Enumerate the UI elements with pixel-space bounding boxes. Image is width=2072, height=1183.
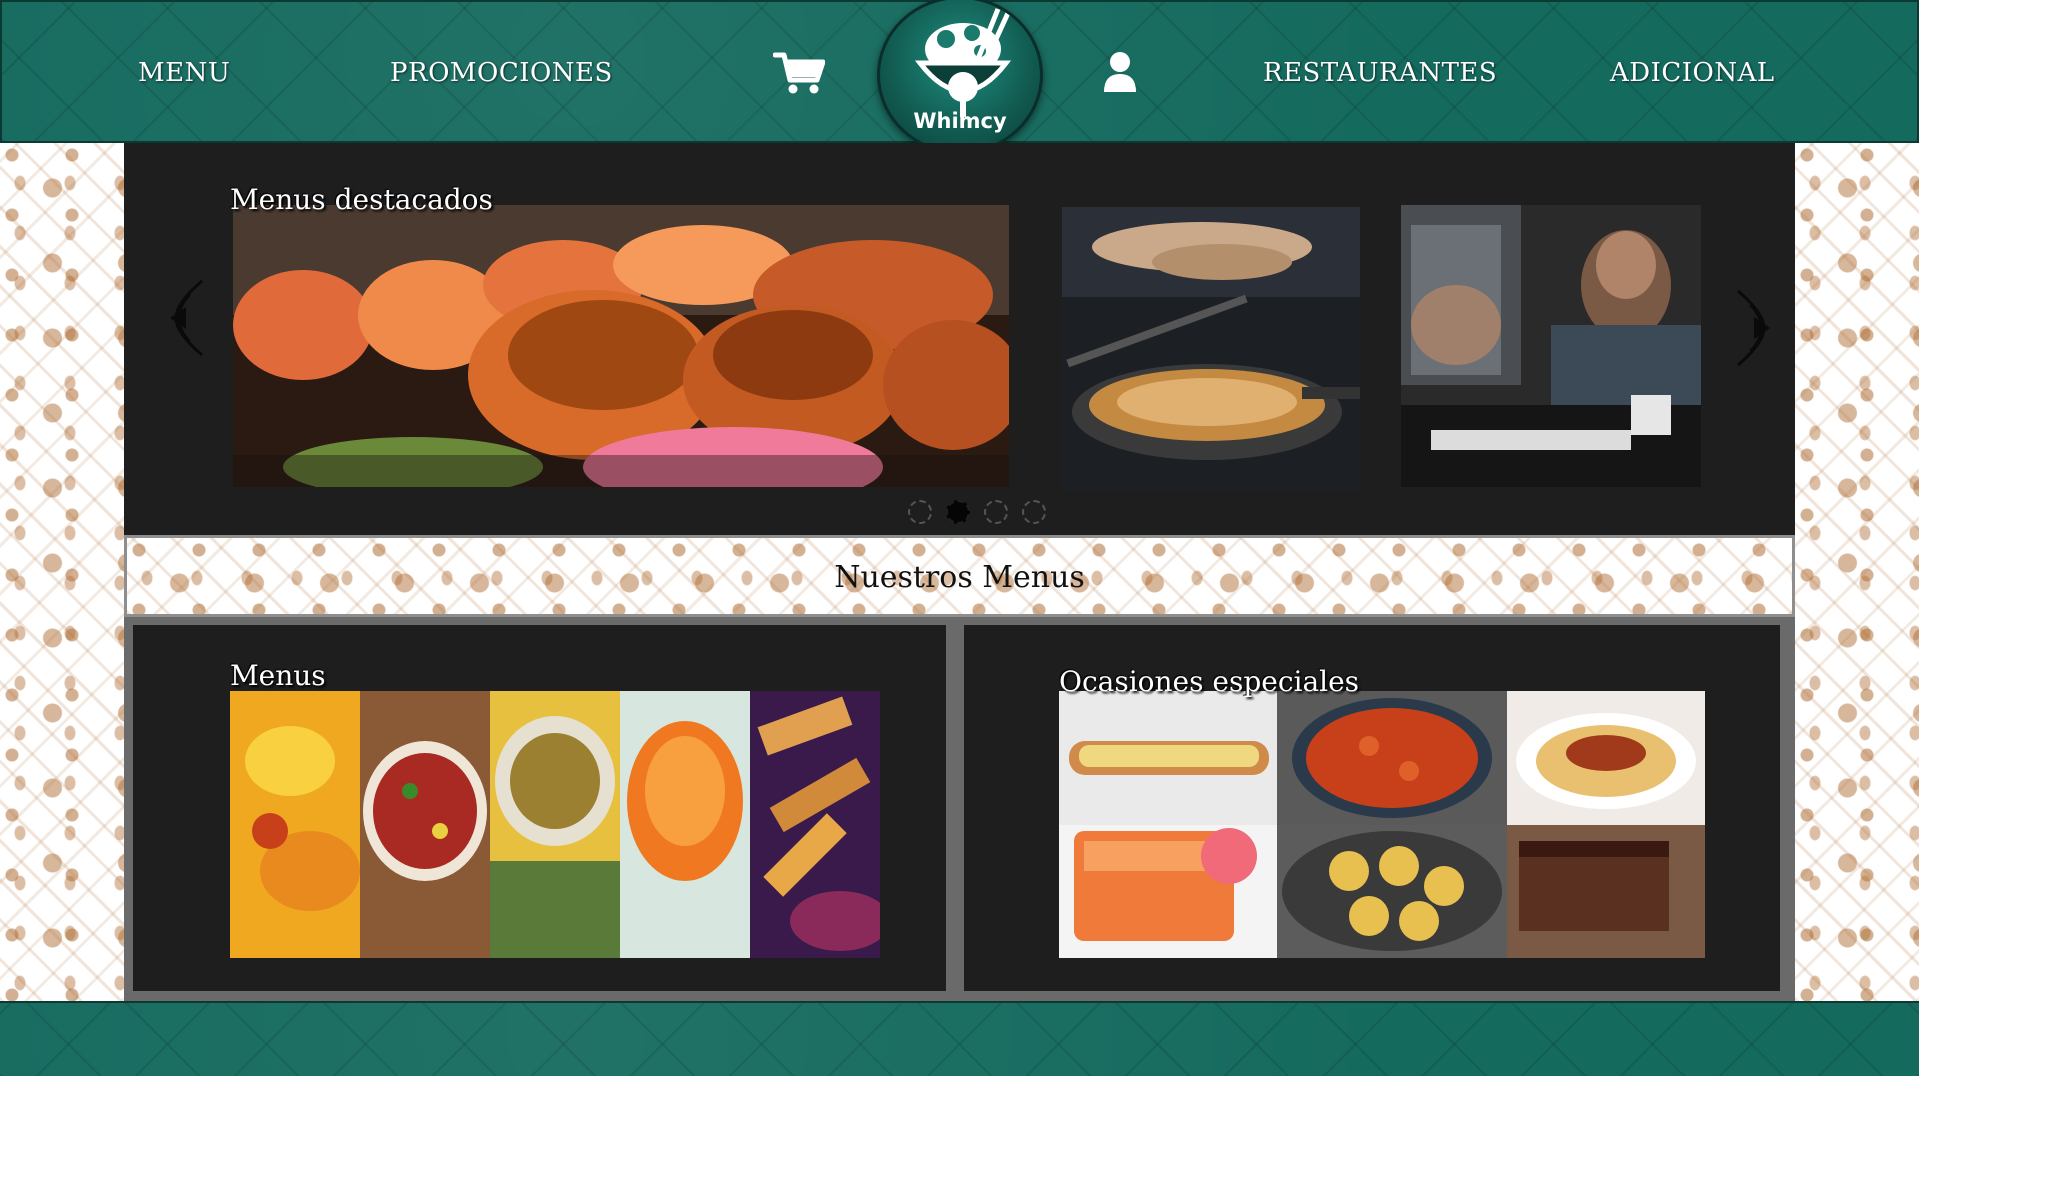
- special-occasions-title: Ocasiones especiales: [1059, 665, 1360, 698]
- user-icon[interactable]: [1102, 50, 1138, 92]
- brand-name: Whimcy: [913, 109, 1007, 133]
- doodle-pattern-left: [0, 143, 124, 1001]
- carousel-next-arrow[interactable]: [1730, 283, 1778, 373]
- nav-restaurantes[interactable]: RESTAURANTES: [1263, 58, 1497, 88]
- slide-image-chef-kitchen[interactable]: [1401, 205, 1701, 487]
- carousel-dot-1[interactable]: [908, 500, 932, 524]
- special-occasions-card-frame: Ocasiones especiales: [959, 617, 1795, 1001]
- carousel-dot-4[interactable]: [1022, 500, 1046, 524]
- nav-menu[interactable]: MENU: [138, 58, 230, 88]
- shopping-cart-icon[interactable]: [772, 50, 826, 96]
- nav-promociones[interactable]: PROMOCIONES: [390, 58, 613, 88]
- menus-collage[interactable]: [230, 691, 880, 958]
- menus-card-title: Menus: [230, 659, 326, 692]
- slide-image-cooking-pasta[interactable]: [1062, 207, 1360, 491]
- carousel-dot-2[interactable]: [946, 500, 970, 524]
- our-menus-title: Nuestros Menus: [834, 560, 1085, 595]
- special-occasions-collage[interactable]: [1059, 691, 1705, 958]
- doodle-pattern-right: [1795, 143, 1919, 1001]
- nav-adicional[interactable]: ADICIONAL: [1610, 58, 1775, 88]
- page: MENU PROMOCIONES RESTAURANTES ADICIONAL: [0, 0, 2072, 1183]
- featured-menus-title: Menus destacados: [230, 183, 493, 216]
- footer-bar: [0, 1001, 1919, 1076]
- slide-image-sushi[interactable]: [233, 205, 1009, 487]
- menus-card[interactable]: Menus: [133, 625, 946, 991]
- carousel-prev-arrow[interactable]: [162, 273, 210, 363]
- carousel-dot-3[interactable]: [984, 500, 1008, 524]
- menus-card-frame: Menus: [124, 617, 959, 1001]
- our-menus-banner: Nuestros Menus: [124, 535, 1795, 617]
- featured-menus-carousel: Menus destacados: [124, 143, 1795, 535]
- brand-logo[interactable]: Whimcy: [877, 0, 1043, 154]
- special-occasions-card[interactable]: Ocasiones especiales: [964, 625, 1780, 991]
